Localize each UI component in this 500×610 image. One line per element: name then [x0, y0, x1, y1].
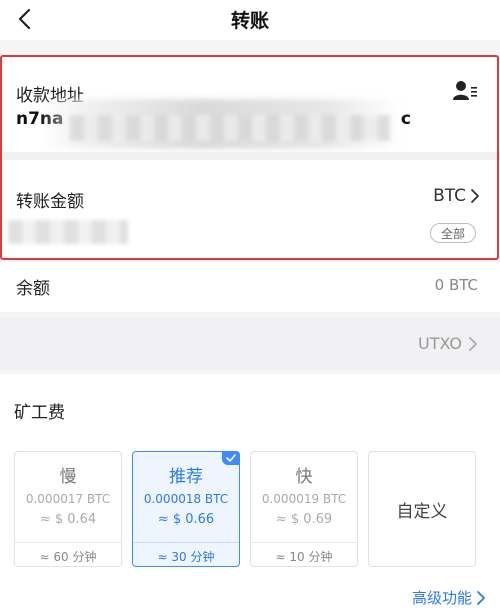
page-title: 转账 [230, 10, 269, 32]
fee-btc: 0.000017 BTC [25, 492, 111, 506]
chevron-right-icon [469, 336, 477, 351]
fee-option-custom[interactable]: 自定义 [368, 451, 476, 567]
balance-row: 余额 0 BTC [0, 262, 500, 312]
fee-title: 矿工费 [14, 403, 65, 423]
chevron-right-icon [471, 189, 479, 203]
advanced-settings-link[interactable]: 高级功能 [412, 587, 486, 608]
address-label: 收款地址 [16, 86, 84, 106]
fee-usd: ≈ $ 0.64 [39, 512, 97, 527]
fee-btc: 0.000019 BTC [261, 492, 347, 506]
fee-option-fast[interactable]: 快 0.000019 BTC ≈ $ 0.69 ≈ 10 分钟 [250, 451, 358, 567]
all-amount-button[interactable]: 全部 [430, 223, 476, 243]
fee-time: ≈ 60 分钟 [15, 542, 121, 567]
chevron-right-icon [477, 590, 485, 605]
address-input[interactable]: n7na c [16, 109, 411, 135]
fee-time: ≈ 30 分钟 [133, 542, 239, 567]
fee-name: 慢 [59, 467, 77, 487]
utxo-row[interactable]: UTXO [0, 318, 500, 370]
fee-option-recommended[interactable]: 推荐 0.000018 BTC ≈ $ 0.66 ≈ 30 分钟 [132, 451, 240, 567]
custom-fee-label: 自定义 [396, 501, 448, 522]
address-value-start: n7na [16, 109, 64, 129]
balance-value: 0 BTC [434, 276, 478, 294]
currency-selector[interactable]: BTC [433, 186, 480, 206]
amount-label: 转账金额 [16, 192, 84, 212]
address-value-end: c [400, 109, 411, 129]
fee-time: ≈ 10 分钟 [251, 542, 357, 567]
amount-input[interactable] [8, 220, 128, 244]
fee-name: 快 [295, 467, 313, 487]
fee-btc: 0.000018 BTC [143, 492, 229, 506]
fee-name: 推荐 [169, 467, 203, 487]
utxo-label: UTXO [417, 334, 462, 353]
balance-label: 余额 [16, 279, 50, 299]
fee-option-slow[interactable]: 慢 0.000017 BTC ≈ $ 0.64 ≈ 60 分钟 [14, 451, 122, 567]
currency-label: BTC [433, 186, 466, 206]
transfer-form: 收款地址 n7na c 转账金额 BTC 全部 [0, 55, 500, 260]
advanced-label: 高级功能 [411, 589, 472, 607]
divider [0, 152, 500, 160]
fee-usd: ≈ $ 0.69 [275, 512, 333, 527]
nav-bar: 转账 [0, 0, 500, 40]
address-book-icon[interactable] [452, 79, 480, 103]
miner-fee-section: 矿工费 慢 0.000017 BTC ≈ $ 0.64 ≈ 60 分钟 推荐 0… [0, 374, 500, 610]
fee-usd: ≈ $ 0.66 [157, 512, 215, 527]
